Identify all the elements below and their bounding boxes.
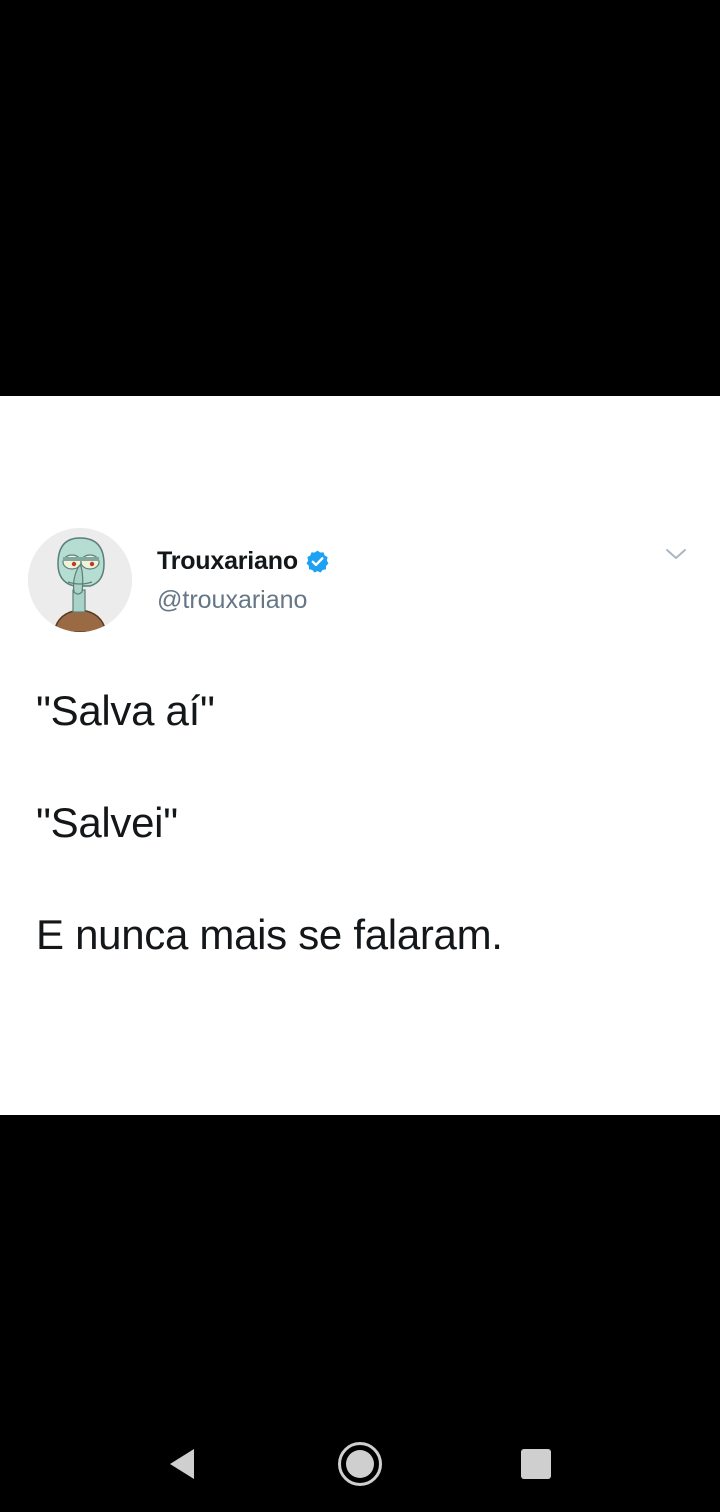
user-name-row[interactable]: Trouxariano bbox=[157, 544, 330, 578]
tweet-line-1: "Salva aí" bbox=[36, 687, 215, 734]
back-triangle-icon[interactable] bbox=[166, 1446, 198, 1482]
display-name[interactable]: Trouxariano bbox=[157, 547, 298, 576]
chevron-down-icon[interactable] bbox=[664, 546, 688, 562]
verified-badge-icon bbox=[306, 550, 329, 573]
squidward-avatar-icon bbox=[28, 528, 132, 632]
recents-square-icon[interactable] bbox=[520, 1448, 552, 1480]
tweet-line-3: E nunca mais se falaram. bbox=[36, 911, 503, 958]
tweet-line-2: "Salvei" bbox=[36, 799, 178, 846]
home-circle-icon[interactable] bbox=[337, 1441, 383, 1487]
system-nav-bar bbox=[0, 1420, 720, 1512]
user-handle[interactable]: @trouxariano bbox=[157, 586, 307, 615]
top-letterbox bbox=[0, 0, 720, 396]
tweet-card[interactable]: Trouxariano @trouxariano "Salva aí" "Sal… bbox=[0, 396, 720, 1115]
avatar[interactable] bbox=[28, 528, 132, 632]
tweet-text: "Salva aí" "Salvei" E nunca mais se fala… bbox=[36, 686, 696, 960]
